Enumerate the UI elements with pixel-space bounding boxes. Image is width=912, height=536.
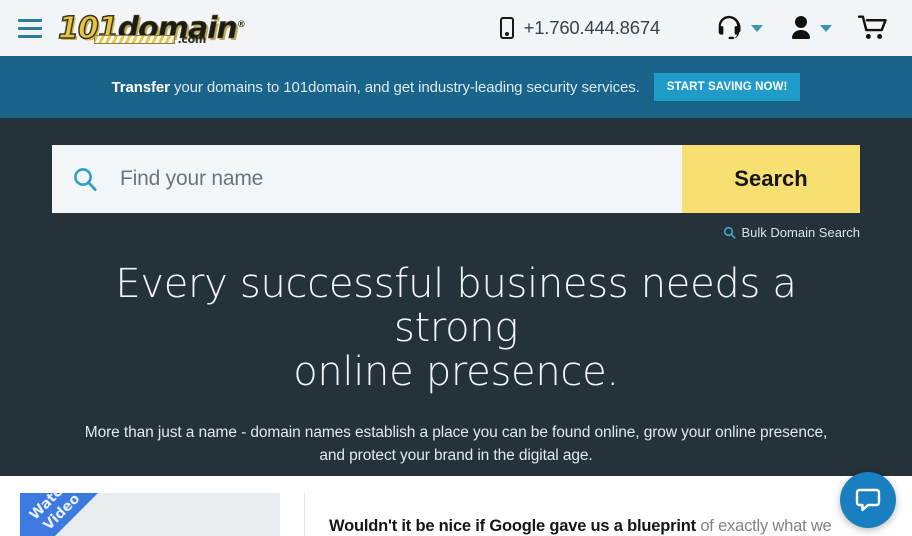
page-root: 101domain® .com +1.760.444.8674 Transfer… [0,0,912,536]
logo-tld-strip: .com [94,33,206,46]
article-card: Watch Video Wouldn't it be nice if Googl… [0,493,912,536]
hero-section: Search Bulk Domain Search Every successf… [0,118,912,476]
hero-headline-line-2: online presence. [293,349,619,395]
bulk-domain-search-link[interactable]: Bulk Domain Search [723,225,861,240]
site-logo[interactable]: 101domain® .com [57,8,246,48]
support-menu[interactable] [714,13,763,43]
hero-headline-line-1: Every successful business needs a strong [115,261,797,351]
search-magnifier-icon [74,168,97,192]
search-input[interactable] [120,167,682,191]
content-section: Watch Video Wouldn't it be nice if Googl… [0,476,912,536]
search-button[interactable]: Search [682,145,860,213]
phone-number-text: +1.760.444.8674 [523,17,661,38]
hamburger-bar [18,26,42,30]
article-headline-rest: of exactly what we [695,517,832,535]
headset-support-icon [718,15,741,40]
logo-stripes-decoration [94,35,176,44]
bulk-search-row: Bulk Domain Search [52,225,860,240]
start-saving-now-button[interactable]: START SAVING NOW! [653,73,801,101]
header-right-tools: +1.760.444.8674 [499,13,890,43]
chevron-down-icon [820,24,832,32]
chevron-down-icon [751,24,763,32]
logo-tld-text: .com [177,33,206,46]
user-account-icon [792,16,810,39]
article-headline: Wouldn't it be nice if Google gave us a … [329,515,882,536]
hero-subcopy-line-2: and protect your brand in the digital ag… [319,446,593,464]
banner-bold-lead: Transfer [111,78,171,96]
mobile-phone-icon [499,17,514,39]
article-headline-bold: Wouldn't it be nice if Google gave us a … [329,517,696,535]
chat-widget-button[interactable] [840,472,896,528]
video-thumbnail[interactable]: Watch Video [20,493,280,536]
hamburger-bar [18,18,42,22]
banner-message-text: your domains to 101domain, and get indus… [169,78,640,96]
domain-search-row: Search [52,145,860,213]
hero-subcopy-line-1: More than just a name - domain names est… [84,424,828,441]
cart-button[interactable] [858,14,890,42]
search-magnifier-icon [723,226,735,239]
chat-bubble-icon [855,488,881,512]
hero-subcopy: More than just a name - domain names est… [52,422,860,467]
domain-search-box[interactable] [52,145,682,213]
watch-video-ribbon [20,493,98,536]
phone-contact[interactable]: +1.760.444.8674 [499,17,661,39]
article-body: Wouldn't it be nice if Google gave us a … [304,493,912,536]
bulk-domain-search-label: Bulk Domain Search [741,225,861,240]
hamburger-menu-icon[interactable] [18,18,42,38]
hero-headline: Every successful business needs a strong… [52,262,860,394]
shopping-cart-icon [858,15,887,39]
account-menu[interactable] [789,14,832,42]
site-header: 101domain® .com +1.760.444.8674 [0,0,912,56]
banner-message: Transfer your domains to 101domain, and … [112,79,640,96]
transfer-promo-banner: Transfer your domains to 101domain, and … [0,56,912,118]
registered-trademark-icon: ® [236,20,246,30]
hamburger-bar [18,34,42,38]
